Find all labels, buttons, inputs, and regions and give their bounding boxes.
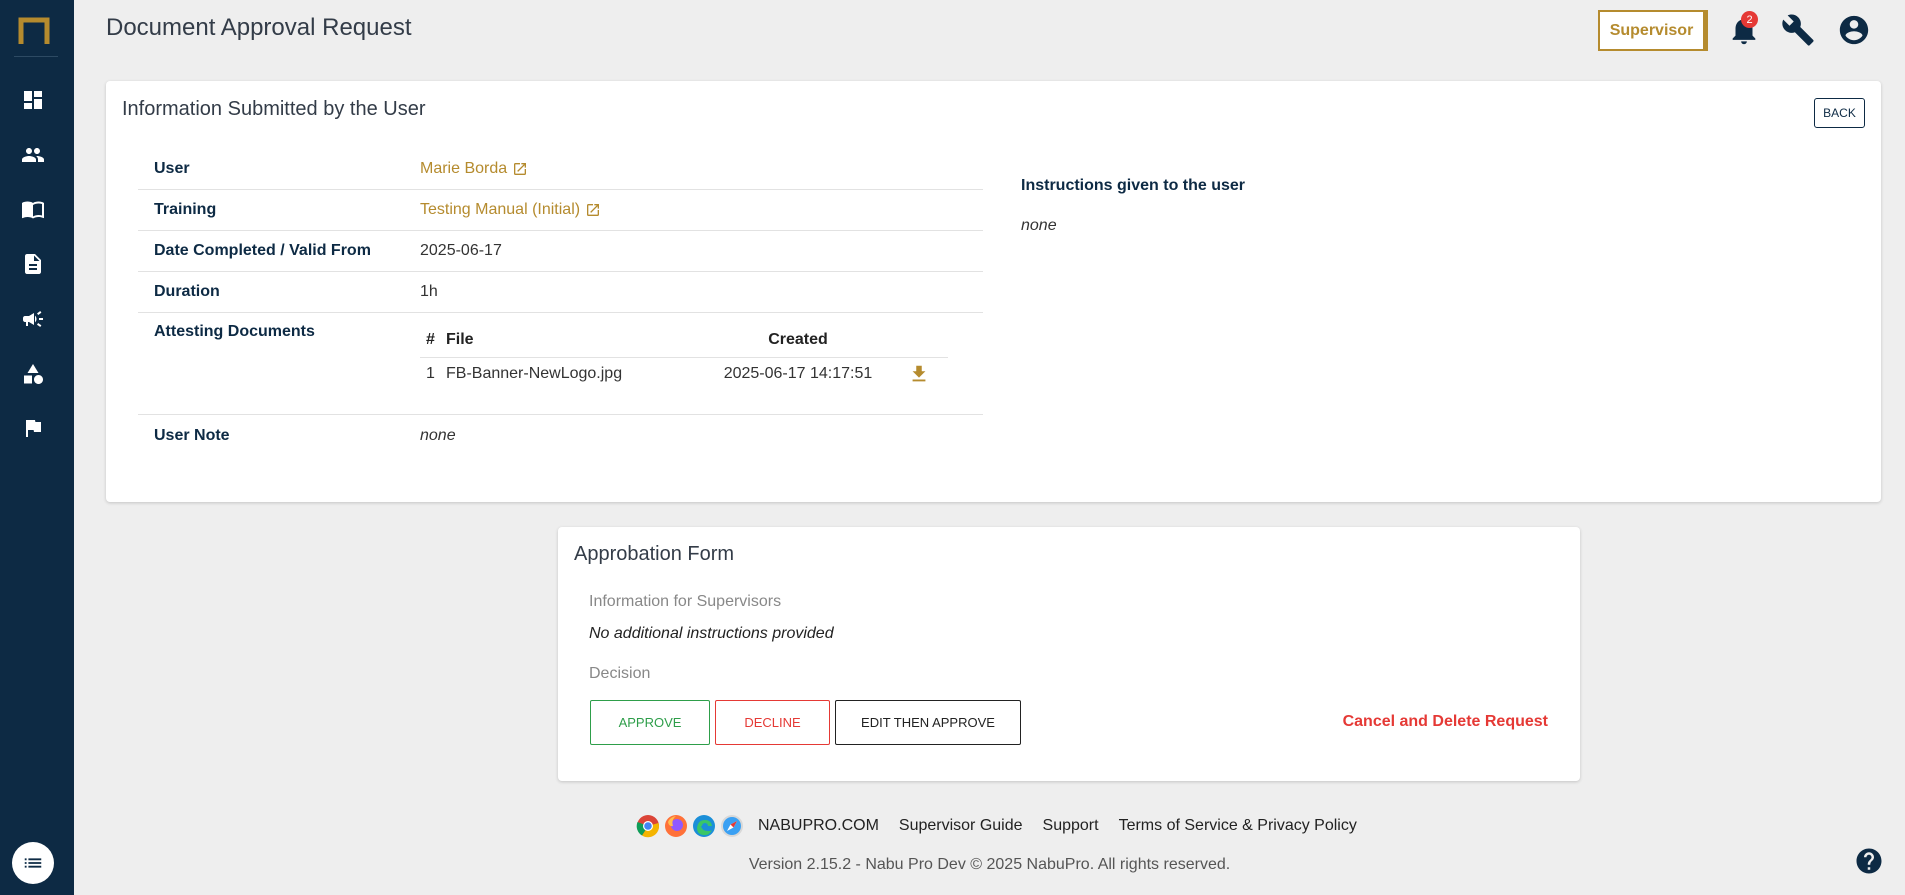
info-label: Attesting Documents xyxy=(154,323,315,340)
info-label: User Note xyxy=(154,426,230,444)
documents-table: # File Created 1 FB-Banner-NewLogo.jpg 2… xyxy=(420,323,948,391)
info-row-user: User Marie Borda xyxy=(138,149,983,190)
wrench-settings-icon[interactable] xyxy=(1781,13,1815,47)
user-link[interactable]: Marie Borda xyxy=(420,160,528,178)
sidebar-divider xyxy=(14,56,58,57)
info-row-duration: Duration 1h xyxy=(138,272,983,313)
categories-shapes-icon[interactable] xyxy=(21,362,45,386)
footer-links: NABUPRO.COM Supervisor Guide Support Ter… xyxy=(636,814,1357,838)
info-row-training: Training Testing Manual (Initial) xyxy=(138,190,983,231)
role-badge[interactable]: Supervisor xyxy=(1598,10,1708,51)
info-card-title: Information Submitted by the User xyxy=(122,98,426,120)
footer-link-support[interactable]: Support xyxy=(1043,817,1099,835)
supervisor-info-label: Information for Supervisors xyxy=(589,593,782,610)
footer-link-terms[interactable]: Terms of Service & Privacy Policy xyxy=(1119,817,1357,835)
instructions-value: none xyxy=(1021,217,1057,234)
document-icon[interactable] xyxy=(21,252,45,276)
footer-link-supervisor-guide[interactable]: Supervisor Guide xyxy=(899,817,1023,835)
col-header-num: # xyxy=(420,323,446,358)
col-header-file: File xyxy=(446,323,698,358)
info-value: Testing Manual (Initial) xyxy=(420,201,983,219)
firefox-browser-icon xyxy=(665,815,687,837)
date-value: 2025-06-17 xyxy=(420,242,502,259)
training-link[interactable]: Testing Manual (Initial) xyxy=(420,201,601,219)
safari-browser-icon xyxy=(721,815,743,837)
cancel-delete-request-link[interactable]: Cancel and Delete Request xyxy=(1343,713,1548,731)
user-name: Marie Borda xyxy=(420,160,508,177)
sidebar xyxy=(0,0,74,895)
info-row-user-note: User Note none xyxy=(138,415,983,456)
info-value: Marie Borda xyxy=(420,160,983,178)
duration-value: 1h xyxy=(420,283,438,300)
help-icon[interactable] xyxy=(1854,846,1884,876)
edit-then-approve-button[interactable]: EDIT THEN APPROVE xyxy=(835,700,1021,745)
chrome-browser-icon xyxy=(636,815,660,838)
training-name: Testing Manual (Initial) xyxy=(420,201,581,218)
supervisor-info-value: No additional instructions provided xyxy=(589,625,834,642)
approve-button[interactable]: APPROVE xyxy=(590,700,710,745)
dashboard-icon[interactable] xyxy=(21,88,45,112)
doc-file: FB-Banner-NewLogo.jpg xyxy=(446,365,623,383)
info-label: User xyxy=(154,160,190,177)
table-row: 1 FB-Banner-NewLogo.jpg 2025-06-17 14:17… xyxy=(420,357,948,391)
decision-label: Decision xyxy=(589,665,651,682)
users-icon[interactable] xyxy=(21,143,45,167)
info-label: Date Completed / Valid From xyxy=(154,242,371,259)
account-circle-icon[interactable] xyxy=(1837,13,1871,47)
approbation-form-card: Approbation Form Information for Supervi… xyxy=(558,527,1580,781)
flag-icon[interactable] xyxy=(21,416,45,440)
info-row-date: Date Completed / Valid From 2025-06-17 xyxy=(138,231,983,272)
info-value: # File Created 1 FB-Banner-NewLogo.jpg 2… xyxy=(420,323,983,391)
info-table: User Marie Borda Training Testing Manual… xyxy=(138,149,983,456)
doc-download-cell xyxy=(898,357,948,391)
nabupro-logo[interactable] xyxy=(18,16,50,46)
info-row-attesting-documents: Attesting Documents # File Created 1 FB-… xyxy=(138,313,983,415)
manual-book-icon[interactable] xyxy=(21,197,45,221)
doc-num: 1 xyxy=(426,365,435,383)
campaign-megaphone-icon[interactable] xyxy=(21,307,45,331)
page-title: Document Approval Request xyxy=(106,14,412,41)
doc-created: 2025-06-17 14:17:51 xyxy=(723,365,873,383)
edge-browser-icon xyxy=(693,815,715,837)
notification-count-badge: 2 xyxy=(1741,11,1758,28)
decline-button[interactable]: DECLINE xyxy=(715,700,830,745)
col-header-created: Created xyxy=(698,323,898,358)
external-link-icon xyxy=(514,163,527,175)
col-header-actions xyxy=(898,323,948,358)
instructions-title: Instructions given to the user xyxy=(1021,177,1246,194)
info-card: Information Submitted by the User BACK U… xyxy=(106,81,1881,502)
user-note-value: none xyxy=(420,426,456,444)
download-icon[interactable] xyxy=(908,363,930,385)
external-link-icon xyxy=(587,204,600,216)
approbation-form-title: Approbation Form xyxy=(574,543,735,565)
info-label: Duration xyxy=(154,283,220,300)
info-label: Training xyxy=(154,201,217,218)
version-text: Version 2.15.2 - Nabu Pro Dev © 2025 Nab… xyxy=(748,856,1231,873)
back-button[interactable]: BACK xyxy=(1814,98,1865,128)
footer-link-nabupro[interactable]: NABUPRO.COM xyxy=(758,817,879,835)
